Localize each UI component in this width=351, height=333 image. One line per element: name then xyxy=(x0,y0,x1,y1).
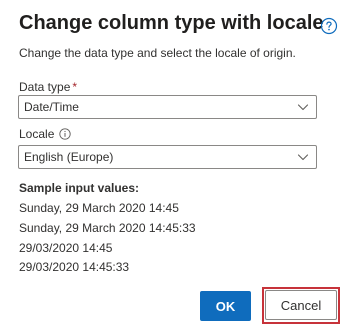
cancel-button[interactable]: Cancel xyxy=(265,290,337,320)
locale-dropdown[interactable]: English (Europe) xyxy=(18,145,317,169)
sample-value-item: Sunday, 29 March 2020 14:45:33 xyxy=(19,220,196,235)
data-type-value: Date/Time xyxy=(24,100,79,114)
data-type-label: Data type * xyxy=(19,80,77,94)
data-type-dropdown[interactable]: Date/Time xyxy=(18,95,317,119)
locale-label-text: Locale xyxy=(19,127,55,141)
sample-value-item: Sunday, 29 March 2020 14:45 xyxy=(19,201,179,215)
data-type-label-text: Data type xyxy=(19,80,71,94)
required-marker: * xyxy=(72,80,78,94)
dialog-title: Change column type with locale xyxy=(19,12,324,34)
locale-label: Locale xyxy=(19,127,72,141)
chevron-down-icon xyxy=(297,154,309,161)
sample-value-item: 29/03/2020 14:45 xyxy=(19,240,113,255)
locale-value: English (Europe) xyxy=(24,150,114,164)
sample-values-list: Sunday, 29 March 2020 14:45 Sunday, 29 M… xyxy=(19,199,196,278)
dialog-subtitle: Change the data type and select the loca… xyxy=(19,46,296,60)
change-column-type-dialog: Change column type with locale Change th… xyxy=(0,0,351,333)
chevron-down-icon xyxy=(297,104,309,111)
info-circle-icon[interactable] xyxy=(59,128,72,140)
ok-button[interactable]: OK xyxy=(200,291,251,321)
sample-values-heading: Sample input values: xyxy=(19,181,140,195)
question-circle-icon[interactable] xyxy=(320,17,338,35)
sample-value-item: 29/03/2020 14:45:33 xyxy=(19,260,130,275)
